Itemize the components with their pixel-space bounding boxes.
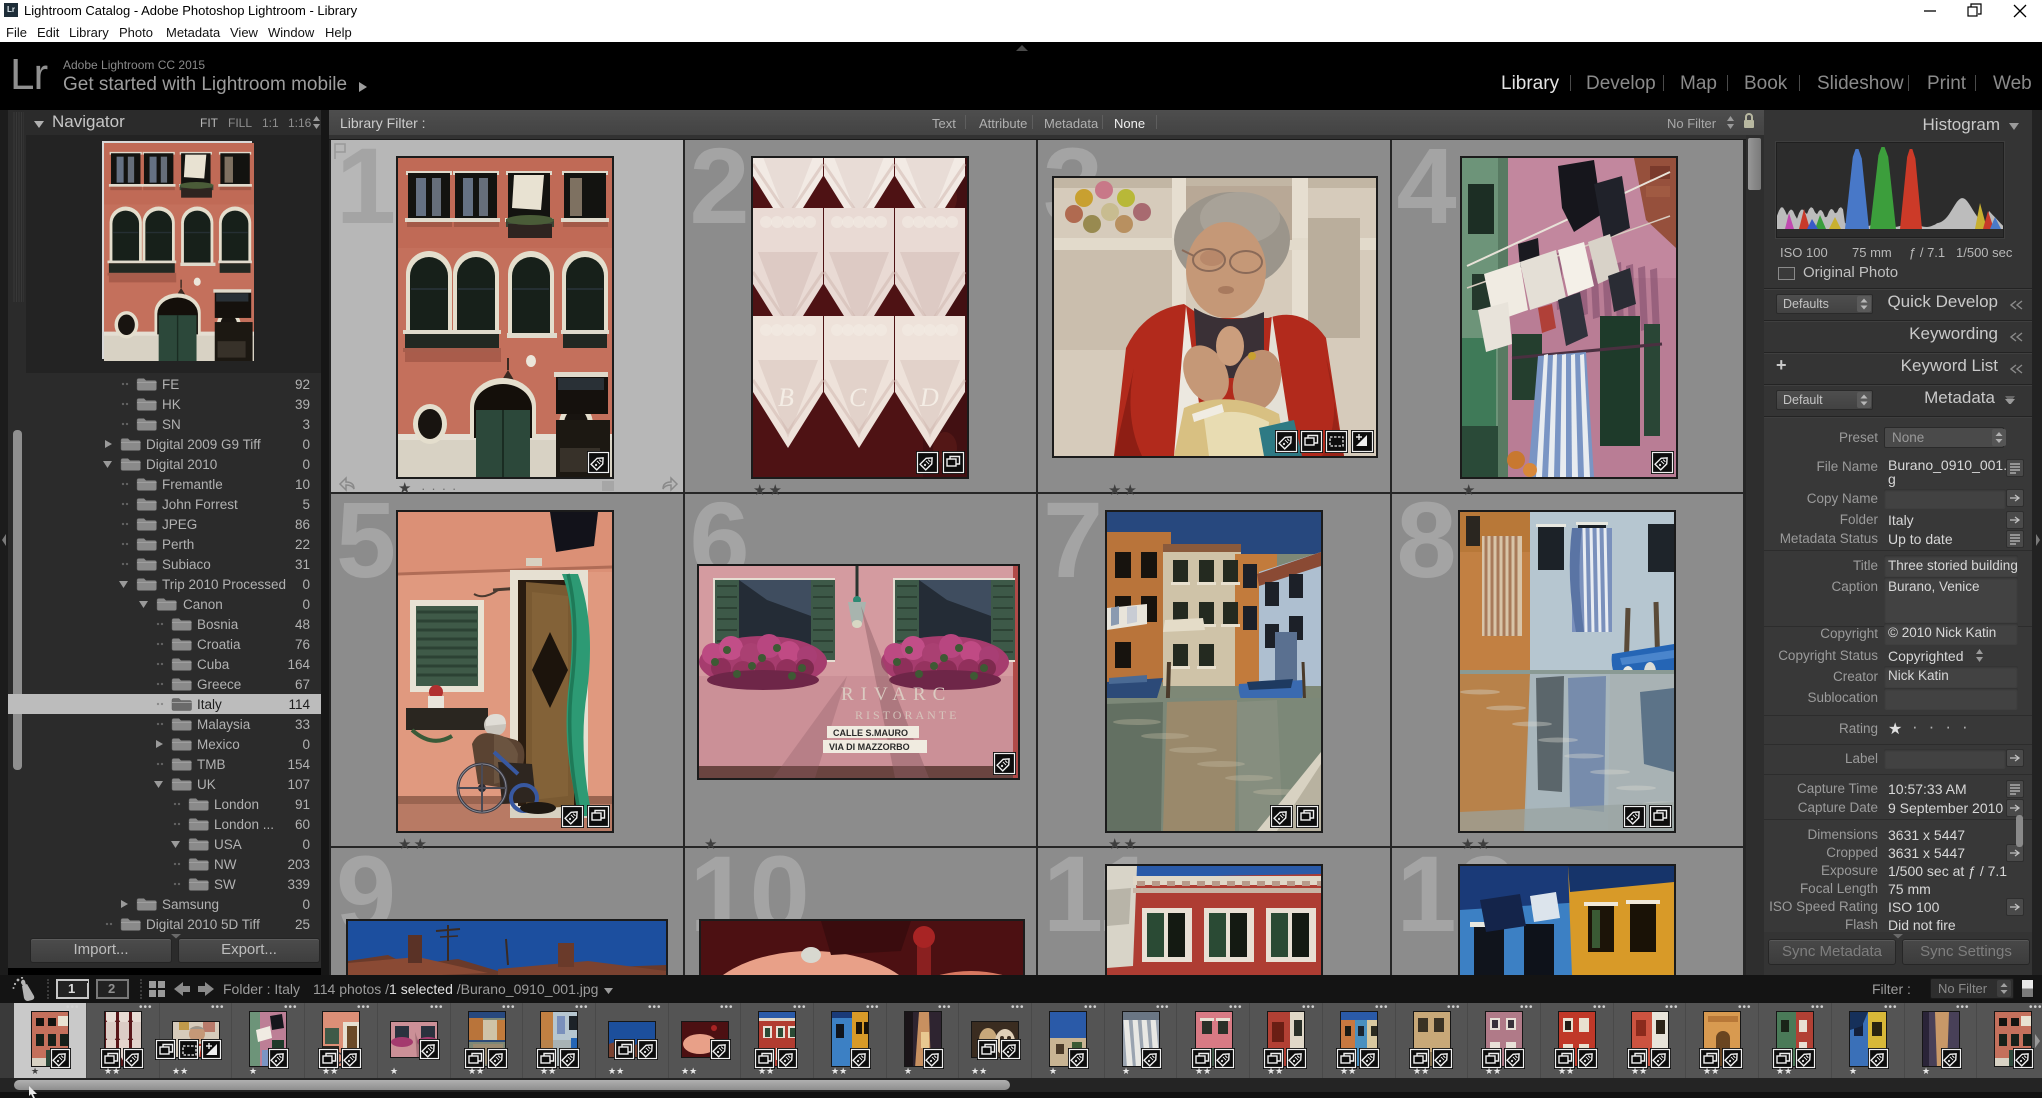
svg-text:RISTORANTE: RISTORANTE [855, 708, 959, 722]
svg-text:CALLE S.MAURO: CALLE S.MAURO [833, 728, 908, 738]
svg-text:C: C [849, 383, 867, 412]
svg-text:RIVARC: RIVARC [841, 684, 952, 705]
svg-text:B: B [778, 383, 794, 412]
svg-text:D: D [919, 383, 939, 412]
svg-text:VIA DI MAZZORBO: VIA DI MAZZORBO [829, 742, 910, 752]
